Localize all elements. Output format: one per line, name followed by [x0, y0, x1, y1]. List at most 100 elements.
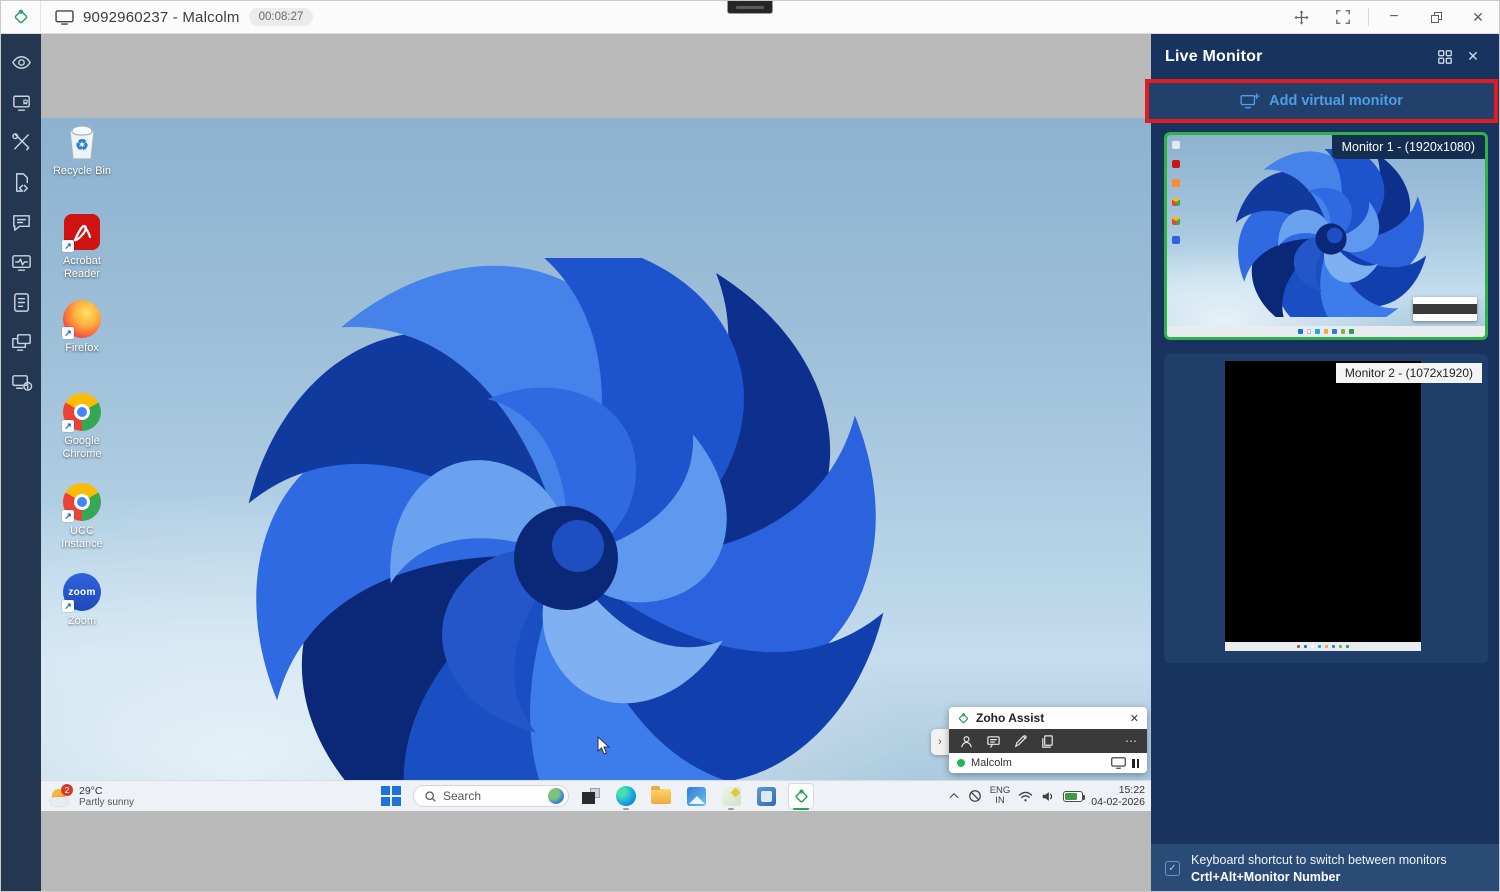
snipping-tool-icon: [757, 787, 776, 806]
desktop-icon-label: UCC Instance: [49, 525, 115, 550]
desktop-icon-recycle-bin[interactable]: ♻ Recycle Bin: [49, 121, 115, 178]
fullscreen-icon[interactable]: [1322, 1, 1364, 33]
shortcut-arrow-icon: [62, 327, 74, 339]
session-info: 9092960237 - Malcolm 00:08:27: [41, 8, 313, 26]
annotate-pen-icon[interactable]: [1013, 734, 1028, 749]
desktop-icon-google-chrome[interactable]: Google Chrome: [49, 391, 115, 460]
task-view-icon: [582, 788, 600, 804]
tool-sidebar: [1, 34, 41, 892]
app-body: ♻ Recycle Bin Acrobat Reader: [1, 34, 1500, 892]
edge-icon: [616, 786, 636, 806]
chat-icon[interactable]: [1, 202, 41, 242]
panel-header: Live Monitor: [1151, 34, 1500, 79]
window-controls: [1280, 1, 1499, 33]
language-indicator[interactable]: ENG IN: [990, 786, 1011, 806]
monitor-2-preview: [1225, 361, 1421, 651]
session-title: 9092960237 - Malcolm: [83, 9, 240, 26]
controls-divider: [1368, 8, 1369, 26]
move-window-icon[interactable]: [1280, 1, 1322, 33]
desktop-icon-firefox[interactable]: Firefox: [49, 298, 115, 355]
desktop-icon-label: Acrobat Reader: [49, 255, 115, 280]
add-virtual-monitor-label: Add virtual monitor: [1269, 93, 1403, 109]
participants-icon[interactable]: [959, 734, 974, 749]
monitor-1-preview: [1167, 135, 1485, 337]
desktop-icon-acrobat-reader[interactable]: Acrobat Reader: [49, 211, 115, 280]
shortcut-checkbox[interactable]: [1165, 861, 1180, 876]
grid-view-icon[interactable]: [1431, 43, 1459, 71]
minimize-button[interactable]: [1373, 1, 1415, 33]
snipping-tool-button[interactable]: [753, 783, 779, 809]
tray-time: 15:22: [1119, 784, 1145, 796]
assist-widget-close-icon[interactable]: [1130, 712, 1139, 725]
taskbar-search[interactable]: Search: [413, 785, 569, 807]
app-window: 9092960237 - Malcolm 00:08:27: [0, 0, 1500, 892]
weather-badge: 2: [61, 784, 73, 796]
diagnostics-icon[interactable]: [1, 242, 41, 282]
system-info-icon[interactable]: [1, 362, 41, 402]
add-virtual-monitor-button[interactable]: Add virtual monitor: [1149, 83, 1494, 119]
assist-widget: Zoho Assist Malcolm: [949, 707, 1147, 773]
more-options-icon[interactable]: [1125, 734, 1137, 748]
pause-session-icon[interactable]: [1132, 759, 1139, 768]
weather-temp: 29°C: [79, 785, 134, 797]
restore-button[interactable]: [1415, 1, 1457, 33]
shortcut-arrow-icon: [62, 420, 74, 432]
notifications-off-icon[interactable]: [968, 789, 982, 803]
tray-expand-icon[interactable]: [948, 790, 960, 802]
session-notes-icon[interactable]: [1, 282, 41, 322]
zoho-assist-logo-small: [957, 712, 970, 725]
chat-icon[interactable]: [986, 734, 1001, 749]
paint-button[interactable]: [718, 783, 744, 809]
mouse-cursor: [597, 736, 611, 756]
mini-desktop-icons: [1172, 141, 1180, 244]
search-label: Search: [443, 789, 542, 803]
multi-monitor-icon[interactable]: [1, 322, 41, 362]
file-explorer-button[interactable]: [648, 783, 674, 809]
remote-desktop[interactable]: ♻ Recycle Bin Acrobat Reader: [41, 118, 1151, 811]
desktop-icon-zoom[interactable]: zoom Zoom: [49, 571, 115, 628]
wifi-icon[interactable]: [1018, 790, 1033, 803]
assist-user-name: Malcolm: [971, 757, 1105, 769]
start-button[interactable]: [378, 783, 404, 809]
assist-widget-collapse-tab[interactable]: [931, 729, 949, 755]
zoho-assist-logo: [1, 1, 41, 33]
edge-button[interactable]: [613, 783, 639, 809]
weather-widget[interactable]: 2 29°C Partly sunny: [49, 784, 134, 808]
assist-widget-titlebar[interactable]: Zoho Assist: [949, 707, 1147, 729]
zoho-assist-icon: [793, 788, 810, 805]
tools-icon[interactable]: [1, 122, 41, 162]
remote-monitor-icon[interactable]: [1, 82, 41, 122]
monitor-1-label: Monitor 1 - (1920x1080): [1332, 135, 1485, 159]
monitor-1-thumbnail[interactable]: Monitor 1 - (1920x1080): [1164, 132, 1488, 340]
clipboard-icon[interactable]: [1040, 734, 1055, 749]
search-highlight-icon: [548, 788, 564, 804]
mini-wallpaper-bloom: [1195, 149, 1467, 317]
toolbar-handle[interactable]: [727, 1, 773, 14]
mini-taskbar: [1225, 642, 1421, 651]
recycle-bin-icon: ♻: [61, 121, 103, 163]
battery-icon[interactable]: [1063, 791, 1083, 802]
photos-button[interactable]: [683, 783, 709, 809]
monitor-2-label: Monitor 2 - (1072x1920): [1336, 363, 1482, 383]
shortcut-arrow-icon: [62, 600, 74, 612]
svg-text:♻: ♻: [75, 137, 88, 154]
panel-close-icon[interactable]: [1459, 43, 1487, 71]
tray-date: 04-02-2026: [1091, 796, 1145, 808]
weather-desc: Partly sunny: [79, 797, 134, 808]
assist-widget-title: Zoho Assist: [976, 711, 1124, 725]
task-view-button[interactable]: [578, 783, 604, 809]
desktop-icon-label: Zoom: [68, 615, 96, 628]
search-icon: [424, 790, 437, 803]
view-icon[interactable]: [1, 42, 41, 82]
monitor-2-thumbnail[interactable]: Monitor 2 - (1072x1920): [1164, 354, 1488, 663]
assist-widget-toolbar: [949, 729, 1147, 753]
annotation-highlight-box: Add virtual monitor: [1145, 79, 1498, 123]
file-transfer-icon[interactable]: [1, 162, 41, 202]
clock[interactable]: 15:22 04-02-2026: [1091, 784, 1145, 808]
close-button[interactable]: [1457, 1, 1499, 33]
volume-icon[interactable]: [1041, 790, 1055, 803]
monitor-icon[interactable]: [1111, 757, 1126, 769]
zoho-assist-taskbar-button[interactable]: [788, 783, 814, 809]
windows-start-icon: [381, 786, 401, 806]
desktop-icon-ucc-instance[interactable]: UCC Instance: [49, 481, 115, 550]
